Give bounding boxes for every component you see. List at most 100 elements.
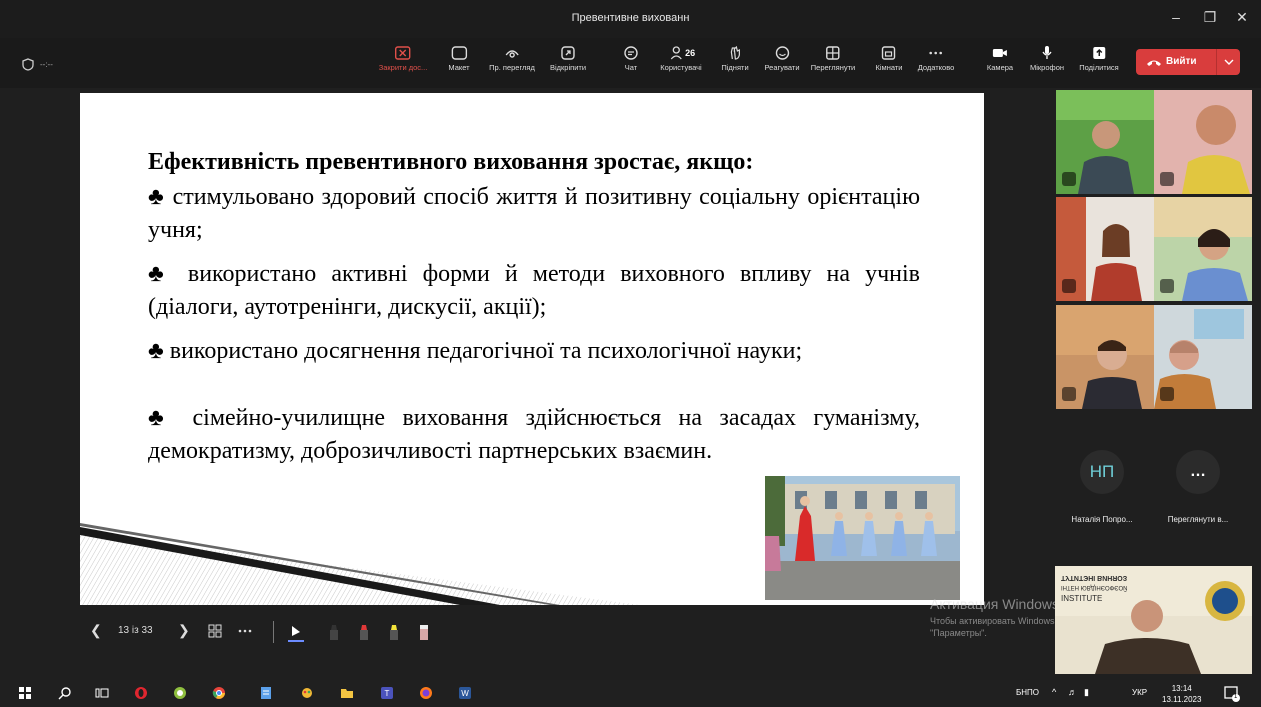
more-button[interactable]: Додатково bbox=[917, 46, 955, 72]
muted-mic-icon bbox=[1062, 387, 1076, 401]
participant-avatar[interactable]: НП bbox=[1080, 450, 1124, 494]
leave-label: Вийти bbox=[1166, 56, 1197, 67]
meeting-toolbar: --:-- Закрити дос... Макет Пр. перегляд … bbox=[0, 38, 1261, 88]
notification-icon[interactable] bbox=[1224, 686, 1240, 702]
windows-start-icon[interactable] bbox=[18, 686, 32, 700]
battery-icon[interactable]: ▮ bbox=[1084, 687, 1089, 698]
more-icon: … bbox=[1190, 463, 1206, 480]
svg-text:W: W bbox=[461, 689, 469, 698]
shared-slide: Ефективність превентивного виховання зро… bbox=[80, 93, 984, 605]
more-label: Додатково bbox=[917, 63, 955, 72]
share-label: Поділитися bbox=[1079, 63, 1119, 72]
camera-icon bbox=[993, 49, 1007, 57]
banner-text: ІНТЕН ЮВДІНЄОФЄОЙ bbox=[1061, 584, 1128, 590]
chat-button[interactable]: Чат bbox=[623, 46, 639, 72]
phone-icon bbox=[1147, 60, 1161, 66]
slide-pager: ❮ 13 із 33 ❯ bbox=[80, 612, 480, 652]
title-bar: Превентивне вихованн – ❐ ✕ bbox=[0, 0, 1261, 38]
pointer-tool-icon[interactable] bbox=[288, 624, 304, 642]
avatar-initials: НП bbox=[1089, 462, 1115, 481]
stop-share-button[interactable]: Закрити дос... bbox=[378, 46, 428, 72]
people-label: Користувачі bbox=[660, 63, 702, 72]
banner-text: ТУТИТЭНІ ВИНЯОЗ bbox=[1061, 574, 1128, 581]
paint-icon[interactable] bbox=[300, 686, 314, 700]
mic-icon bbox=[1042, 46, 1052, 59]
participant-video-tile[interactable] bbox=[1154, 90, 1252, 194]
prev-slide-button[interactable]: ❮ bbox=[90, 622, 102, 639]
language-indicator[interactable]: УКР bbox=[1132, 688, 1147, 697]
participant-video-tile[interactable] bbox=[1056, 90, 1154, 194]
unpin-icon bbox=[561, 46, 575, 60]
eraser-icon[interactable] bbox=[418, 624, 430, 640]
notepad-icon[interactable] bbox=[259, 686, 273, 700]
participant-video-tile[interactable] bbox=[1154, 197, 1252, 301]
muted-mic-icon bbox=[1160, 279, 1174, 293]
participant-video-tile[interactable] bbox=[1056, 305, 1154, 409]
more-icon bbox=[929, 51, 943, 55]
react-label: Реагувати bbox=[764, 63, 800, 72]
pager-divider bbox=[273, 621, 274, 643]
leave-options-button[interactable] bbox=[1216, 49, 1241, 75]
window-title: Превентивне вихованн bbox=[571, 12, 690, 24]
self-view-video[interactable]: ТУТИТЭНІ ВИНЯОЗ ІНТЕН ЮВДІНЄОФЄОЙ INSTIT… bbox=[1055, 566, 1252, 674]
close-window-button[interactable]: ✕ bbox=[1232, 9, 1252, 26]
red-pen-icon[interactable] bbox=[358, 624, 370, 640]
hand-icon bbox=[730, 46, 740, 60]
app-tray-label[interactable]: БНПО bbox=[1016, 688, 1039, 697]
mic-button[interactable]: Мікрофон bbox=[1030, 46, 1064, 72]
file-explorer-icon[interactable] bbox=[340, 686, 354, 700]
pen-tool-icon[interactable] bbox=[328, 624, 340, 640]
preview-button[interactable]: Пр. перегляд bbox=[489, 46, 535, 72]
muted-mic-icon bbox=[1062, 172, 1076, 186]
maximize-button[interactable]: ❐ bbox=[1200, 9, 1220, 26]
word-icon[interactable]: W bbox=[458, 686, 472, 700]
eye-icon bbox=[505, 50, 519, 58]
opera-icon[interactable] bbox=[134, 686, 148, 700]
firefox-icon[interactable] bbox=[419, 686, 433, 700]
highlighter-icon[interactable] bbox=[388, 624, 400, 640]
rooms-icon bbox=[882, 46, 896, 60]
slides-grid-icon[interactable] bbox=[208, 624, 222, 638]
chat-label: Чат bbox=[624, 63, 638, 72]
people-button[interactable]: 26 Користувачі bbox=[660, 46, 702, 72]
unpin-button[interactable]: Відкріпити bbox=[550, 46, 586, 72]
tray-chevron-icon[interactable]: ^ bbox=[1052, 687, 1056, 697]
stop-share-label: Закрити дос... bbox=[378, 63, 428, 72]
participant-video-tile[interactable] bbox=[1056, 197, 1154, 301]
view-more-label: Переглянути в... bbox=[1167, 515, 1229, 524]
layout-button[interactable]: Макет bbox=[448, 46, 470, 72]
banner-text: INSTITUTE bbox=[1061, 594, 1103, 603]
taskbar-clock[interactable]: 13:14 13.11.2023 bbox=[1162, 683, 1201, 705]
chat-icon bbox=[624, 46, 638, 60]
pager-more-icon[interactable] bbox=[238, 629, 252, 633]
muted-mic-icon bbox=[1160, 172, 1174, 186]
view-button[interactable]: Переглянути bbox=[811, 46, 855, 72]
close-share-icon bbox=[395, 46, 411, 60]
slide-bullet: ♣ використано активні форми й методи вих… bbox=[148, 261, 920, 320]
next-slide-button[interactable]: ❯ bbox=[178, 622, 190, 639]
view-more-participants-button[interactable]: … bbox=[1176, 450, 1220, 494]
rooms-label: Кімнати bbox=[875, 63, 903, 72]
minimize-button[interactable]: – bbox=[1166, 9, 1186, 25]
leave-button[interactable]: Вийти bbox=[1136, 49, 1240, 75]
slide-bullet: ♣ сімейно-училищне виховання здійснюєтьс… bbox=[148, 405, 920, 464]
app-icon[interactable] bbox=[173, 686, 187, 700]
chrome-icon[interactable] bbox=[212, 686, 226, 700]
raise-hand-button[interactable]: Підняти bbox=[721, 46, 749, 72]
slide-bullet: ♣ використано досягнення педагогічної та… bbox=[148, 338, 803, 364]
search-icon[interactable] bbox=[58, 686, 72, 700]
participant-video-tile[interactable] bbox=[1154, 305, 1252, 409]
rooms-button[interactable]: Кімнати bbox=[875, 46, 903, 72]
share-button[interactable]: Поділитися bbox=[1079, 46, 1119, 72]
teams-icon[interactable]: T bbox=[380, 686, 394, 700]
camera-button[interactable]: Камера bbox=[987, 46, 1013, 72]
react-button[interactable]: Реагувати bbox=[764, 46, 800, 72]
chevron-down-icon bbox=[1224, 59, 1234, 65]
shield-icon[interactable] bbox=[22, 58, 34, 71]
camera-label: Камера bbox=[986, 63, 1014, 72]
volume-icon[interactable]: ♬ bbox=[1068, 687, 1077, 697]
slide-title: Ефективність превентивного виховання зро… bbox=[148, 149, 754, 175]
raise-hand-label: Підняти bbox=[721, 63, 749, 72]
people-count-badge: 26 bbox=[685, 48, 696, 58]
task-view-icon[interactable] bbox=[95, 686, 109, 700]
